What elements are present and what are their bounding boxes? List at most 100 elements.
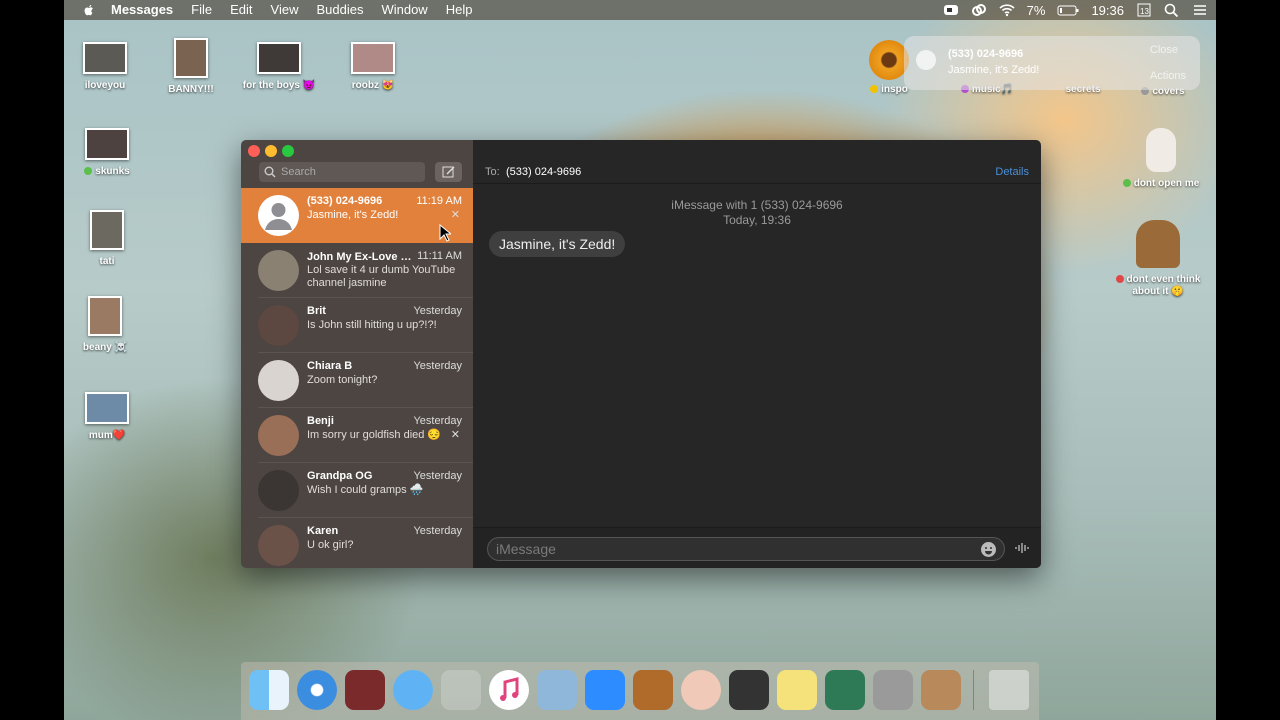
conversation-name: John My Ex-Love 🤮 Nope xyxy=(307,251,419,263)
conversation-item[interactable]: Brit Yesterday Is John still hitting u u… xyxy=(241,298,473,353)
conversation-name: Brit xyxy=(307,305,326,317)
notification-close-button[interactable]: Close xyxy=(1150,44,1178,56)
calendar-icon[interactable]: 13 xyxy=(1136,3,1152,17)
desktop-icon-label: for the boys 😈 xyxy=(242,80,316,91)
desktop-icon-label: BANNY!!! xyxy=(168,84,214,95)
recipient-field[interactable]: (533) 024-9696 xyxy=(506,166,581,178)
conversation-time: Yesterday xyxy=(413,525,462,537)
safari-icon[interactable] xyxy=(297,670,337,710)
photo-thumbnail xyxy=(90,210,124,250)
trash-icon[interactable] xyxy=(989,670,1029,710)
compose-button[interactable] xyxy=(435,162,462,182)
close-window-button[interactable] xyxy=(248,145,260,157)
garageband-icon[interactable] xyxy=(633,670,673,710)
desktop-icon-label: dont even think about it 🤫 xyxy=(1126,274,1201,297)
desktop-folder-dont-even-think[interactable]: dont even think about it 🤫 xyxy=(1110,220,1206,298)
conversation-preview: Jasmine, it's Zedd! xyxy=(307,209,399,221)
lion-icon xyxy=(1136,220,1180,268)
system-preferences-icon[interactable] xyxy=(873,670,913,710)
menu-view[interactable]: View xyxy=(262,0,308,20)
avatar xyxy=(258,415,299,456)
dock xyxy=(241,662,1039,720)
bunny-icon xyxy=(1146,128,1176,172)
zoom-icon[interactable] xyxy=(585,670,625,710)
desktop-folder-dont-open-me[interactable]: dont open me xyxy=(1116,128,1206,189)
emoji-icon[interactable] xyxy=(981,542,996,557)
desktop-icon-beany[interactable]: beany ☠️ xyxy=(64,296,150,353)
notification-preview: Jasmine, it's Zedd! xyxy=(948,64,1040,76)
zoom-status-icon[interactable] xyxy=(943,3,959,17)
search-placeholder: Search xyxy=(281,166,316,178)
photo-thumbnail xyxy=(88,296,122,336)
delete-conversation-icon[interactable]: ✕ xyxy=(451,208,460,221)
incoming-message-bubble[interactable]: Jasmine, it's Zedd! xyxy=(489,231,626,257)
desktop-icon-label: tati xyxy=(99,256,115,267)
search-input[interactable]: Search xyxy=(259,162,425,182)
message-input[interactable]: iMessage xyxy=(487,537,1005,561)
contacts-icon[interactable] xyxy=(921,670,961,710)
conversation-header: iMessage with 1 (533) 024-9696 Today, 19… xyxy=(473,198,1041,228)
apple-icon[interactable] xyxy=(82,3,96,17)
clock[interactable]: 19:36 xyxy=(1091,3,1124,18)
conversation-item[interactable]: John My Ex-Love 🤮 Nope 11:11 AM Lol save… xyxy=(241,243,473,298)
conversation-item[interactable]: Grandpa OG Yesterday Wish I could gramps… xyxy=(241,463,473,518)
desktop-icon-roobz[interactable]: roobz 😻 xyxy=(328,42,418,91)
photo-booth-icon[interactable] xyxy=(345,670,385,710)
spotlight-search-icon[interactable] xyxy=(1164,3,1180,17)
conversation-item[interactable]: Karen Yesterday U ok girl? xyxy=(241,518,473,568)
notification-banner[interactable]: (533) 024-9696 Jasmine, it's Zedd! Close… xyxy=(904,36,1200,90)
menu-edit[interactable]: Edit xyxy=(221,0,261,20)
itunes-icon[interactable] xyxy=(489,670,529,710)
avatar xyxy=(258,250,299,291)
conversation-sidebar: Search (533) 024-9696 11:19 AM Jasmine, … xyxy=(241,140,473,568)
photo-thumbnail xyxy=(257,42,301,74)
battery-icon[interactable] xyxy=(1057,3,1079,17)
dock-divider xyxy=(973,670,974,710)
preview-icon[interactable] xyxy=(825,670,865,710)
conversation-item[interactable]: (533) 024-9696 11:19 AM Jasmine, it's Ze… xyxy=(241,188,473,243)
menu-file[interactable]: File xyxy=(182,0,221,20)
photo-booth-2-icon[interactable] xyxy=(729,670,769,710)
notification-actions-button[interactable]: Actions xyxy=(1150,70,1186,82)
conversation-preview: Im sorry ur goldfish died 😔 xyxy=(307,429,442,441)
conversation-time: Yesterday xyxy=(413,360,462,372)
details-button[interactable]: Details xyxy=(995,166,1029,178)
face-app-icon[interactable] xyxy=(681,670,721,710)
seal-app-icon[interactable] xyxy=(537,670,577,710)
menu-bar: Messages File Edit View Buddies Window H… xyxy=(64,0,1216,20)
menu-window[interactable]: Window xyxy=(372,0,436,20)
desktop-icon-iloveyou[interactable]: iloveyou xyxy=(64,42,150,91)
conversation-preview: Lol save it 4 ur dumb YouTube channel ja… xyxy=(307,264,456,289)
stickies-icon[interactable] xyxy=(777,670,817,710)
music-note-icon xyxy=(500,677,519,701)
avatar xyxy=(258,195,299,236)
mouse-cursor-icon xyxy=(439,224,451,242)
delete-conversation-icon[interactable]: ✕ xyxy=(451,428,460,441)
messages-icon[interactable] xyxy=(393,670,433,710)
wifi-icon[interactable] xyxy=(999,3,1015,17)
desktop-icon-mum[interactable]: mum❤️ xyxy=(64,392,152,441)
sunflower-icon xyxy=(869,40,909,80)
menu-buddies[interactable]: Buddies xyxy=(307,0,372,20)
conversation-item[interactable]: Benji Yesterday Im sorry ur goldfish die… xyxy=(241,408,473,463)
menu-help[interactable]: Help xyxy=(437,0,482,20)
desktop-icon-banny[interactable]: BANNY!!! xyxy=(146,38,236,95)
conversation-item[interactable]: Chiara B Yesterday Zoom tonight? xyxy=(241,353,473,408)
audio-message-icon[interactable] xyxy=(1015,542,1031,554)
desktop-icon-skunks[interactable]: skunks xyxy=(64,128,152,177)
desktop-icon-tati[interactable]: tati xyxy=(64,210,152,267)
bunny-app-icon[interactable] xyxy=(441,670,481,710)
contact-avatar-icon xyxy=(916,50,936,70)
photo-thumbnail xyxy=(351,42,395,74)
creative-cloud-icon[interactable] xyxy=(971,3,987,17)
menu-app-name[interactable]: Messages xyxy=(102,0,182,20)
conversation-time: Yesterday xyxy=(413,470,462,482)
zoom-window-button[interactable] xyxy=(282,145,294,157)
finder-icon[interactable] xyxy=(249,670,289,710)
default-contact-icon xyxy=(265,203,292,230)
minimize-window-button[interactable] xyxy=(265,145,277,157)
yellow-tag-dot xyxy=(870,85,879,94)
conversation-timestamp: Today, 19:36 xyxy=(723,213,791,227)
desktop-icon-for-the-boys[interactable]: for the boys 😈 xyxy=(234,42,324,91)
notification-center-icon[interactable] xyxy=(1192,3,1208,17)
